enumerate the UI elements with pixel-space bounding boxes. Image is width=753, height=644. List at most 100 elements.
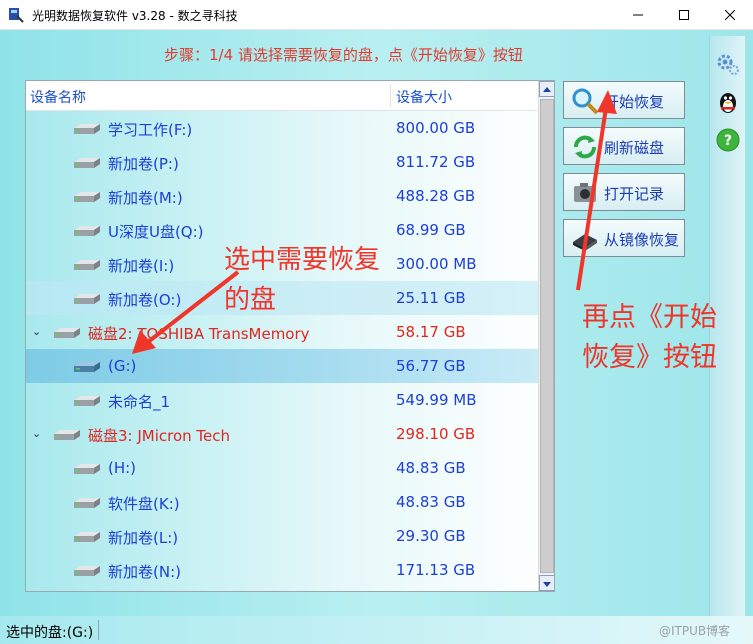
device-name: 新加卷(P:) — [108, 155, 179, 173]
annotation-click-start: 再点《开始 恢复》按钮 — [582, 298, 717, 378]
disk-drive-icon — [74, 362, 100, 372]
close-button[interactable] — [707, 0, 753, 30]
disk-group-row[interactable]: ⌄ 磁盘2: TOSHIBA TransMemory 58.17 GB — [26, 315, 538, 349]
refresh-disk-button[interactable]: 刷新磁盘 — [563, 127, 685, 165]
restore-from-image-button[interactable]: 从镜像恢复 — [563, 219, 685, 257]
column-separator[interactable] — [390, 85, 391, 107]
device-size: 811.72 GB — [396, 153, 476, 171]
open-record-button[interactable]: 打开记录 — [563, 173, 685, 211]
device-name: U深度U盘(Q:) — [108, 223, 204, 241]
device-size: 488.28 GB — [396, 187, 476, 205]
disk-group-row[interactable]: ⌄ 磁盘3: JMicron Tech 298.10 GB — [26, 417, 538, 451]
volume-row[interactable]: 新加卷(P:) 811.72 GB — [26, 145, 538, 179]
disk-drive-icon — [74, 192, 100, 202]
app-icon — [9, 8, 24, 23]
device-size: 800.00 GB — [396, 119, 476, 137]
disk-drive-icon — [74, 396, 100, 406]
volume-row[interactable]: (G:) 56.77 GB — [26, 349, 538, 383]
status-separator — [98, 620, 99, 640]
device-size: 549.99 MB — [396, 391, 477, 409]
disk-drive-icon — [74, 226, 100, 236]
open-record-label: 打开记录 — [604, 185, 665, 203]
close-icon — [725, 10, 735, 20]
device-size: 58.17 GB — [396, 323, 466, 341]
chevron-down-icon[interactable]: ⌄ — [32, 427, 41, 440]
annotation-select-disk-line2: 的盘 — [224, 285, 277, 315]
disk-drive-icon — [54, 430, 80, 440]
device-size: 68.99 GB — [396, 221, 466, 239]
annotation-click-start-line2: 恢复》按钮 — [582, 342, 717, 373]
volume-row[interactable]: 新加卷(M:) 488.28 GB — [26, 179, 538, 213]
qq-penguin-icon[interactable] — [714, 88, 742, 116]
volume-row[interactable]: (H:) 48.83 GB — [26, 451, 538, 485]
device-name: 学习工作(F:) — [108, 121, 193, 139]
device-name: (G:) — [108, 357, 137, 375]
maximize-button[interactable] — [661, 0, 707, 30]
device-list[interactable]: 设备名称 设备大小 学习工作(F:) 800.00 GB 新加卷(P:) 811.72… — [25, 80, 555, 592]
chevron-down-icon[interactable]: ⌄ — [32, 325, 41, 338]
volume-row[interactable]: 新加卷(L:) 29.30 GB — [26, 519, 538, 553]
annotation-click-start-line1: 再点《开始 — [582, 302, 717, 333]
status-bar: 选中的盘:(G:) @ITPUB博客 — [0, 616, 753, 644]
start-recovery-button[interactable]: 开始恢复 — [563, 81, 685, 119]
scroll-thumb[interactable] — [540, 99, 554, 573]
device-size: 300.00 MB — [396, 255, 477, 273]
disk-drive-icon — [74, 158, 100, 168]
refresh-icon — [574, 135, 596, 159]
step-instruction: 步骤：1/4 请选择需要恢复的盘，点《开始恢复》按钮 — [164, 46, 523, 64]
arrow-up-icon — [543, 87, 551, 92]
device-size: 29.30 GB — [396, 527, 466, 545]
disk-drive-icon — [74, 294, 100, 304]
arrow-down-icon — [543, 582, 551, 587]
volume-row[interactable]: 软件盘(K:) 48.83 GB — [26, 485, 538, 519]
disk-drive-icon — [74, 566, 100, 576]
vertical-scrollbar[interactable] — [538, 81, 554, 591]
hard-drive-icon — [573, 234, 597, 251]
device-size: 298.10 GB — [396, 425, 476, 443]
device-name: 新加卷(L:) — [108, 529, 179, 547]
device-name: 未命名_1 — [108, 393, 171, 411]
volume-row[interactable]: 未命名_1 549.99 MB — [26, 383, 538, 417]
device-name: 磁盘2: TOSHIBA TransMemory — [88, 325, 310, 343]
volume-row[interactable]: 学习工作(F:) 800.00 GB — [26, 111, 538, 145]
device-name: 软件盘(K:) — [108, 495, 180, 513]
title-bar: 光明数据恢复软件 v3.28 - 数之寻科技 — [0, 0, 753, 30]
scroll-down-button[interactable] — [539, 575, 554, 591]
refresh-disk-label: 刷新磁盘 — [604, 139, 665, 157]
list-header: 设备名称 设备大小 — [26, 81, 538, 111]
disk-drive-icon — [74, 532, 100, 542]
minimize-icon — [633, 14, 643, 16]
column-header-name[interactable]: 设备名称 — [30, 87, 86, 107]
disk-drive-icon — [74, 498, 100, 508]
disk-drive-icon — [74, 260, 100, 270]
maximize-icon — [679, 10, 689, 20]
scroll-up-button[interactable] — [539, 81, 554, 97]
volume-row[interactable]: 新加卷(N:) 171.13 GB — [26, 553, 538, 587]
device-size: 48.83 GB — [396, 459, 466, 477]
disk-drive-icon — [74, 124, 100, 134]
selected-disk-status: 选中的盘:(G:) — [6, 625, 94, 641]
device-name: 新加卷(N:) — [108, 563, 181, 581]
device-name: (H:) — [108, 459, 137, 477]
device-size: 25.11 GB — [396, 289, 466, 307]
svg-text:?: ? — [724, 133, 732, 149]
magnifier-icon — [572, 88, 599, 115]
restore-from-image-label: 从镜像恢复 — [604, 231, 680, 249]
device-size: 56.77 GB — [396, 357, 466, 375]
device-size: 171.13 GB — [396, 561, 476, 579]
disk-drive-icon — [54, 328, 80, 338]
device-name: 新加卷(I:) — [108, 257, 175, 275]
window-title: 光明数据恢复软件 v3.28 - 数之寻科技 — [32, 9, 238, 23]
minimize-button[interactable] — [615, 0, 661, 30]
column-header-size[interactable]: 设备大小 — [396, 87, 452, 107]
device-name: 新加卷(O:) — [108, 291, 182, 309]
annotation-select-disk-line1: 选中需要恢复 — [224, 245, 381, 275]
disk-drive-icon — [74, 464, 100, 474]
device-size: 48.83 GB — [396, 493, 466, 511]
settings-icon[interactable] — [714, 50, 742, 78]
watermark: @ITPUB博客 — [659, 624, 731, 638]
annotation-select-disk: 选中需要恢复 的盘 — [224, 240, 380, 320]
device-name: 磁盘3: JMicron Tech — [88, 427, 231, 445]
start-recovery-label: 开始恢复 — [604, 93, 665, 111]
help-icon[interactable]: ? — [714, 126, 742, 154]
